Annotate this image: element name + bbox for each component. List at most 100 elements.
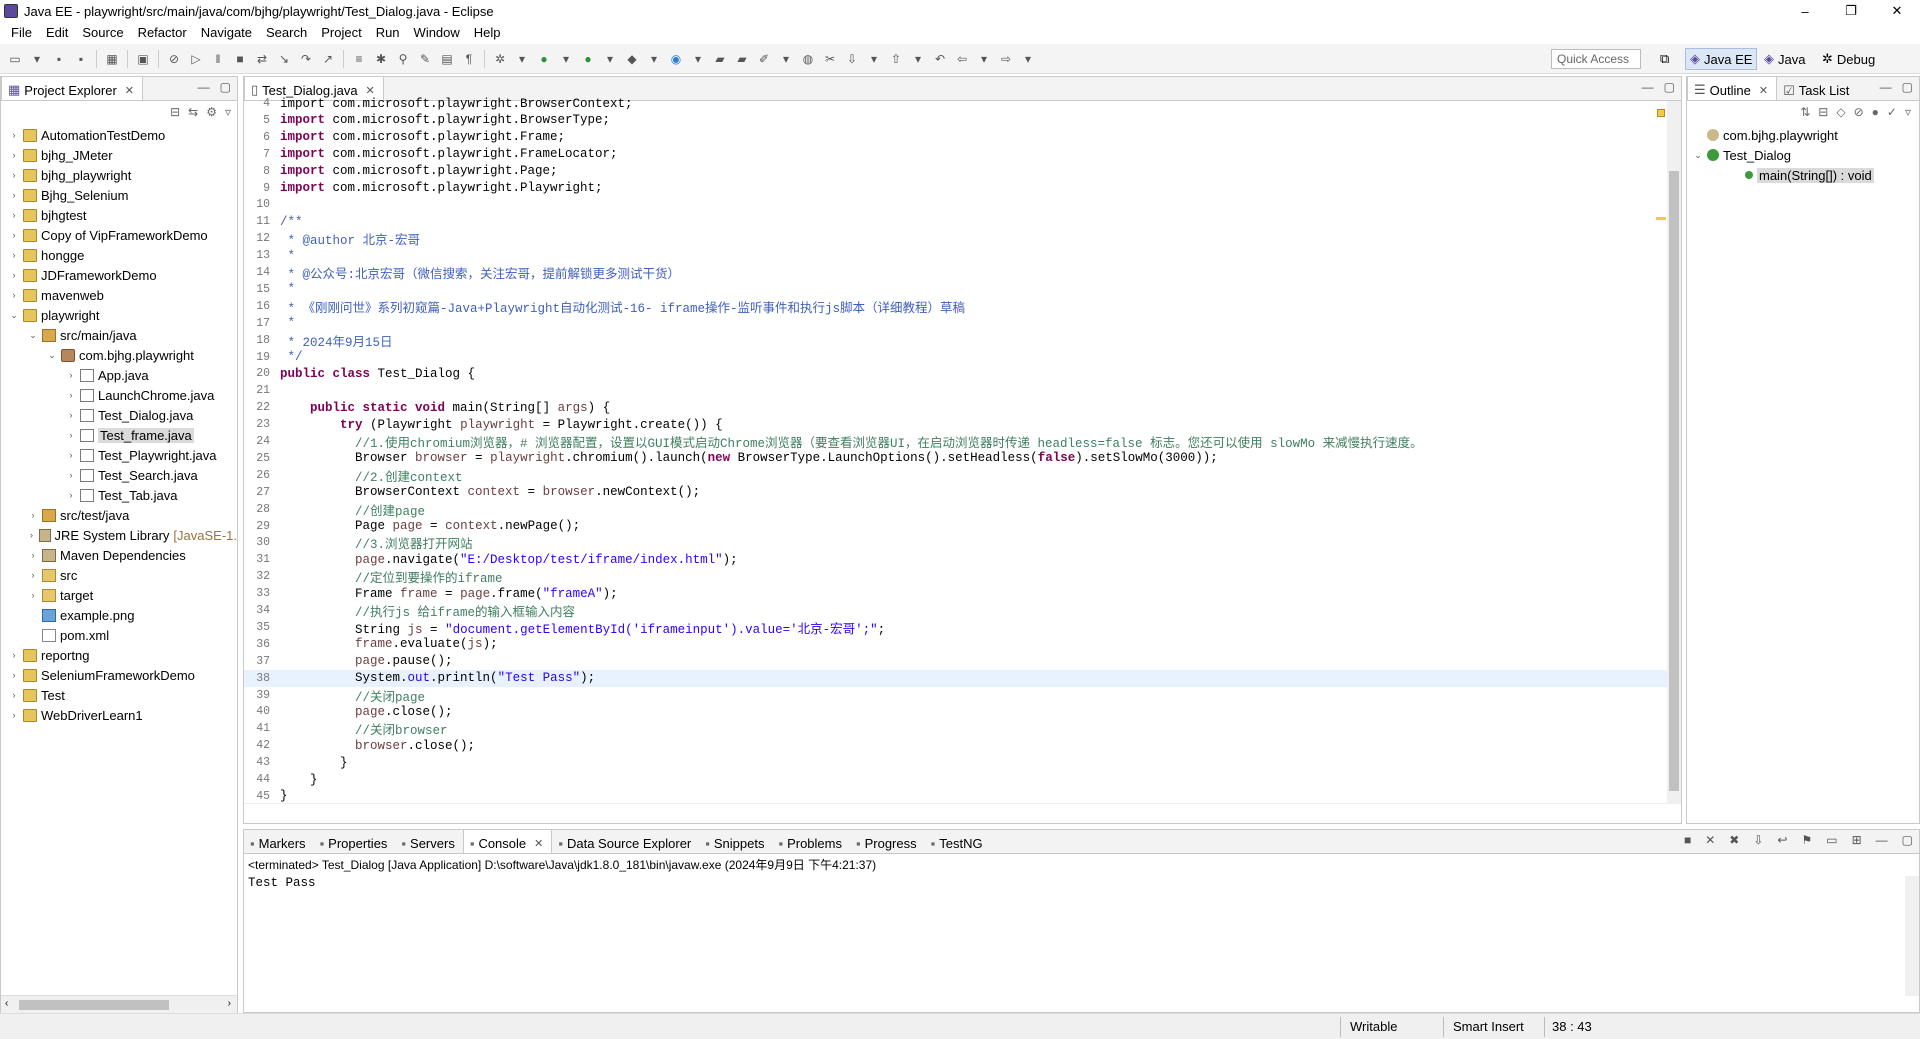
toggle-block-icon[interactable]: ▤ — [438, 50, 456, 68]
step-return-icon[interactable]: ↗ — [319, 50, 337, 68]
chevron-right-icon[interactable]: › — [7, 270, 21, 280]
open-console-icon[interactable]: ⊞ — [1852, 833, 1862, 847]
chevron-right-icon[interactable]: › — [7, 190, 21, 200]
chevron-right-icon[interactable]: › — [7, 650, 21, 660]
menu-source[interactable]: Source — [75, 25, 130, 40]
chevron-right-icon[interactable]: › — [7, 210, 21, 220]
code-line[interactable]: 9 import com.microsoft.playwright.Playwri… — [244, 180, 1669, 197]
scroll-left-icon[interactable]: ‹ — [5, 998, 8, 1009]
scrollbar-thumb[interactable] — [1669, 171, 1679, 791]
dropdown-icon[interactable]: ▾ — [689, 50, 707, 68]
code-line[interactable]: 43 } — [244, 754, 1669, 771]
tree-item[interactable]: › hongge — [1, 245, 237, 265]
outline-item[interactable]: ⌄ Test_Dialog — [1691, 145, 1919, 165]
tab-task-list[interactable]: ☑ Task List — [1777, 78, 1857, 100]
save-icon[interactable]: ▪ — [50, 50, 68, 68]
chevron-right-icon[interactable]: › — [7, 130, 21, 140]
close-icon[interactable]: ✕ — [125, 84, 134, 97]
prev-annotation-icon[interactable]: ⇧ — [887, 50, 905, 68]
tree-item[interactable]: › SeleniumFrameworkDemo — [1, 665, 237, 685]
word-wrap-icon[interactable]: ↩ — [1777, 833, 1787, 847]
tab-project-explorer[interactable]: ▦ Project Explorer ✕ — [1, 76, 143, 100]
chevron-right-icon[interactable]: › — [64, 470, 78, 480]
remove-all-icon[interactable]: ✖ — [1729, 833, 1739, 847]
code-line[interactable]: 23 try (Playwright playwright = Playwrig… — [244, 416, 1669, 433]
dropdown-icon[interactable]: ▾ — [557, 50, 575, 68]
menu-window[interactable]: Window — [407, 25, 467, 40]
dropdown-icon[interactable]: ▾ — [513, 50, 531, 68]
minimize-icon[interactable]: — — [1642, 80, 1654, 94]
menu-help[interactable]: Help — [467, 25, 508, 40]
save-all-icon[interactable]: ▪ — [72, 50, 90, 68]
editor-horizontal-scrollbar[interactable] — [244, 803, 1681, 823]
code-line[interactable]: 6 import com.microsoft.playwright.Frame; — [244, 129, 1669, 146]
outline-item[interactable]: com.bjhg.playwright — [1691, 125, 1919, 145]
minimize-icon[interactable]: — — [1876, 833, 1888, 847]
tree-item[interactable]: › src — [1, 565, 237, 585]
chevron-down-icon[interactable]: ⌄ — [7, 310, 21, 321]
tree-item[interactable]: › Test_Search.java — [1, 465, 237, 485]
terminate-icon[interactable]: ■ — [1684, 833, 1691, 847]
outline-item[interactable]: main(String[]) : void — [1691, 165, 1919, 185]
maximize-icon[interactable]: ▢ — [1664, 80, 1675, 94]
code-line[interactable]: 38 System.out.println("Test Pass"); — [244, 669, 1669, 687]
warning-marker[interactable] — [1656, 217, 1666, 220]
tree-item[interactable]: › App.java — [1, 365, 237, 385]
menu-project[interactable]: Project — [314, 25, 368, 40]
tab-outline[interactable]: ☰ Outline ✕ — [1687, 76, 1778, 100]
tree-item[interactable]: › Test_Dialog.java — [1, 405, 237, 425]
code-area[interactable]: 4 import com.microsoft.playwright.Browser… — [244, 97, 1681, 823]
maximize-icon[interactable]: ▢ — [1902, 833, 1913, 847]
tree-item[interactable]: › bjhg_playwright — [1, 165, 237, 185]
scrollbar-thumb[interactable] — [19, 1000, 169, 1010]
code-line[interactable]: 39 //关闭page — [244, 687, 1669, 705]
tree-item[interactable]: › Test_Tab.java — [1, 485, 237, 505]
chevron-right-icon[interactable]: › — [7, 670, 21, 680]
code-line[interactable]: 40 page.close(); — [244, 703, 1669, 720]
close-icon[interactable]: ✕ — [1759, 84, 1768, 97]
tree-item[interactable]: example.png — [1, 605, 237, 625]
code-line[interactable]: 16 * 《刚刚问世》系列初窥篇-Java+Playwright自动化测试-16… — [244, 298, 1669, 316]
tab-snippets[interactable]: ▪ Snippets — [699, 831, 772, 853]
new-java-class-icon[interactable]: ◉ — [667, 50, 685, 68]
chevron-down-icon[interactable]: ⌄ — [1691, 150, 1705, 161]
pin-icon[interactable]: ✐ — [755, 50, 773, 68]
hide-local-types-icon[interactable]: ✓ — [1887, 105, 1897, 119]
code-line[interactable]: 24 //1.使用chromium浏览器，# 浏览器配置，设置以GUI模式启动C… — [244, 433, 1669, 451]
horizontal-scrollbar[interactable]: ‹ › — [1, 995, 237, 1013]
code-line[interactable]: 14 * @公众号:北京宏哥（微信搜索，关注宏哥，提前解锁更多测试干货） — [244, 264, 1669, 282]
chevron-right-icon[interactable]: › — [26, 510, 40, 520]
view-menu-icon[interactable]: ▿ — [1905, 105, 1911, 119]
open-perspective-icon[interactable]: ⧉ — [1656, 48, 1673, 70]
perspective-debug[interactable]: ✲ Debug — [1818, 48, 1879, 70]
tree-item[interactable]: › src/test/java — [1, 505, 237, 525]
code-line[interactable]: 41 //关闭browser — [244, 720, 1669, 738]
hide-fields-icon[interactable]: ◇ — [1836, 105, 1845, 119]
minimize-button[interactable]: – — [1782, 0, 1828, 22]
tab-progress[interactable]: ▪ Progress — [850, 831, 925, 853]
code-line[interactable]: 19 */ — [244, 349, 1669, 366]
dropdown-icon[interactable]: ▾ — [909, 50, 927, 68]
chevron-right-icon[interactable]: › — [64, 450, 78, 460]
terminate-icon[interactable]: ■ — [231, 50, 249, 68]
code-line[interactable]: 35 String js = "document.getElementById(… — [244, 619, 1669, 637]
code-line[interactable]: 44 } — [244, 771, 1669, 788]
tab-properties[interactable]: ▪ Properties — [314, 831, 396, 853]
console-vertical-scrollbar[interactable] — [1905, 876, 1919, 996]
open-type-icon[interactable]: ✱ — [372, 50, 390, 68]
link-editor-icon[interactable]: ⇆ — [188, 105, 198, 119]
dropdown-icon[interactable]: ▾ — [865, 50, 883, 68]
display-console-icon[interactable]: ▭ — [1826, 833, 1837, 847]
close-icon[interactable]: ✕ — [534, 837, 543, 850]
sort-icon[interactable]: ⇅ — [1800, 105, 1810, 119]
scroll-lock-icon[interactable]: ⇩ — [1753, 833, 1763, 847]
chevron-right-icon[interactable]: › — [64, 410, 78, 420]
code-line[interactable]: 32 //定位到要操作的iframe — [244, 568, 1669, 586]
code-line[interactable]: 20 public class Test_Dialog { — [244, 365, 1669, 382]
scroll-right-icon[interactable]: › — [228, 998, 231, 1009]
perspective-java-ee[interactable]: ◈ Java EE — [1685, 48, 1758, 70]
code-line[interactable]: 34 //执行js 给iframe的输入框输入内容 — [244, 602, 1669, 620]
view-menu-icon[interactable]: ▿ — [225, 105, 231, 119]
chevron-right-icon[interactable]: › — [26, 590, 40, 600]
minimize-icon[interactable]: — — [198, 80, 210, 94]
